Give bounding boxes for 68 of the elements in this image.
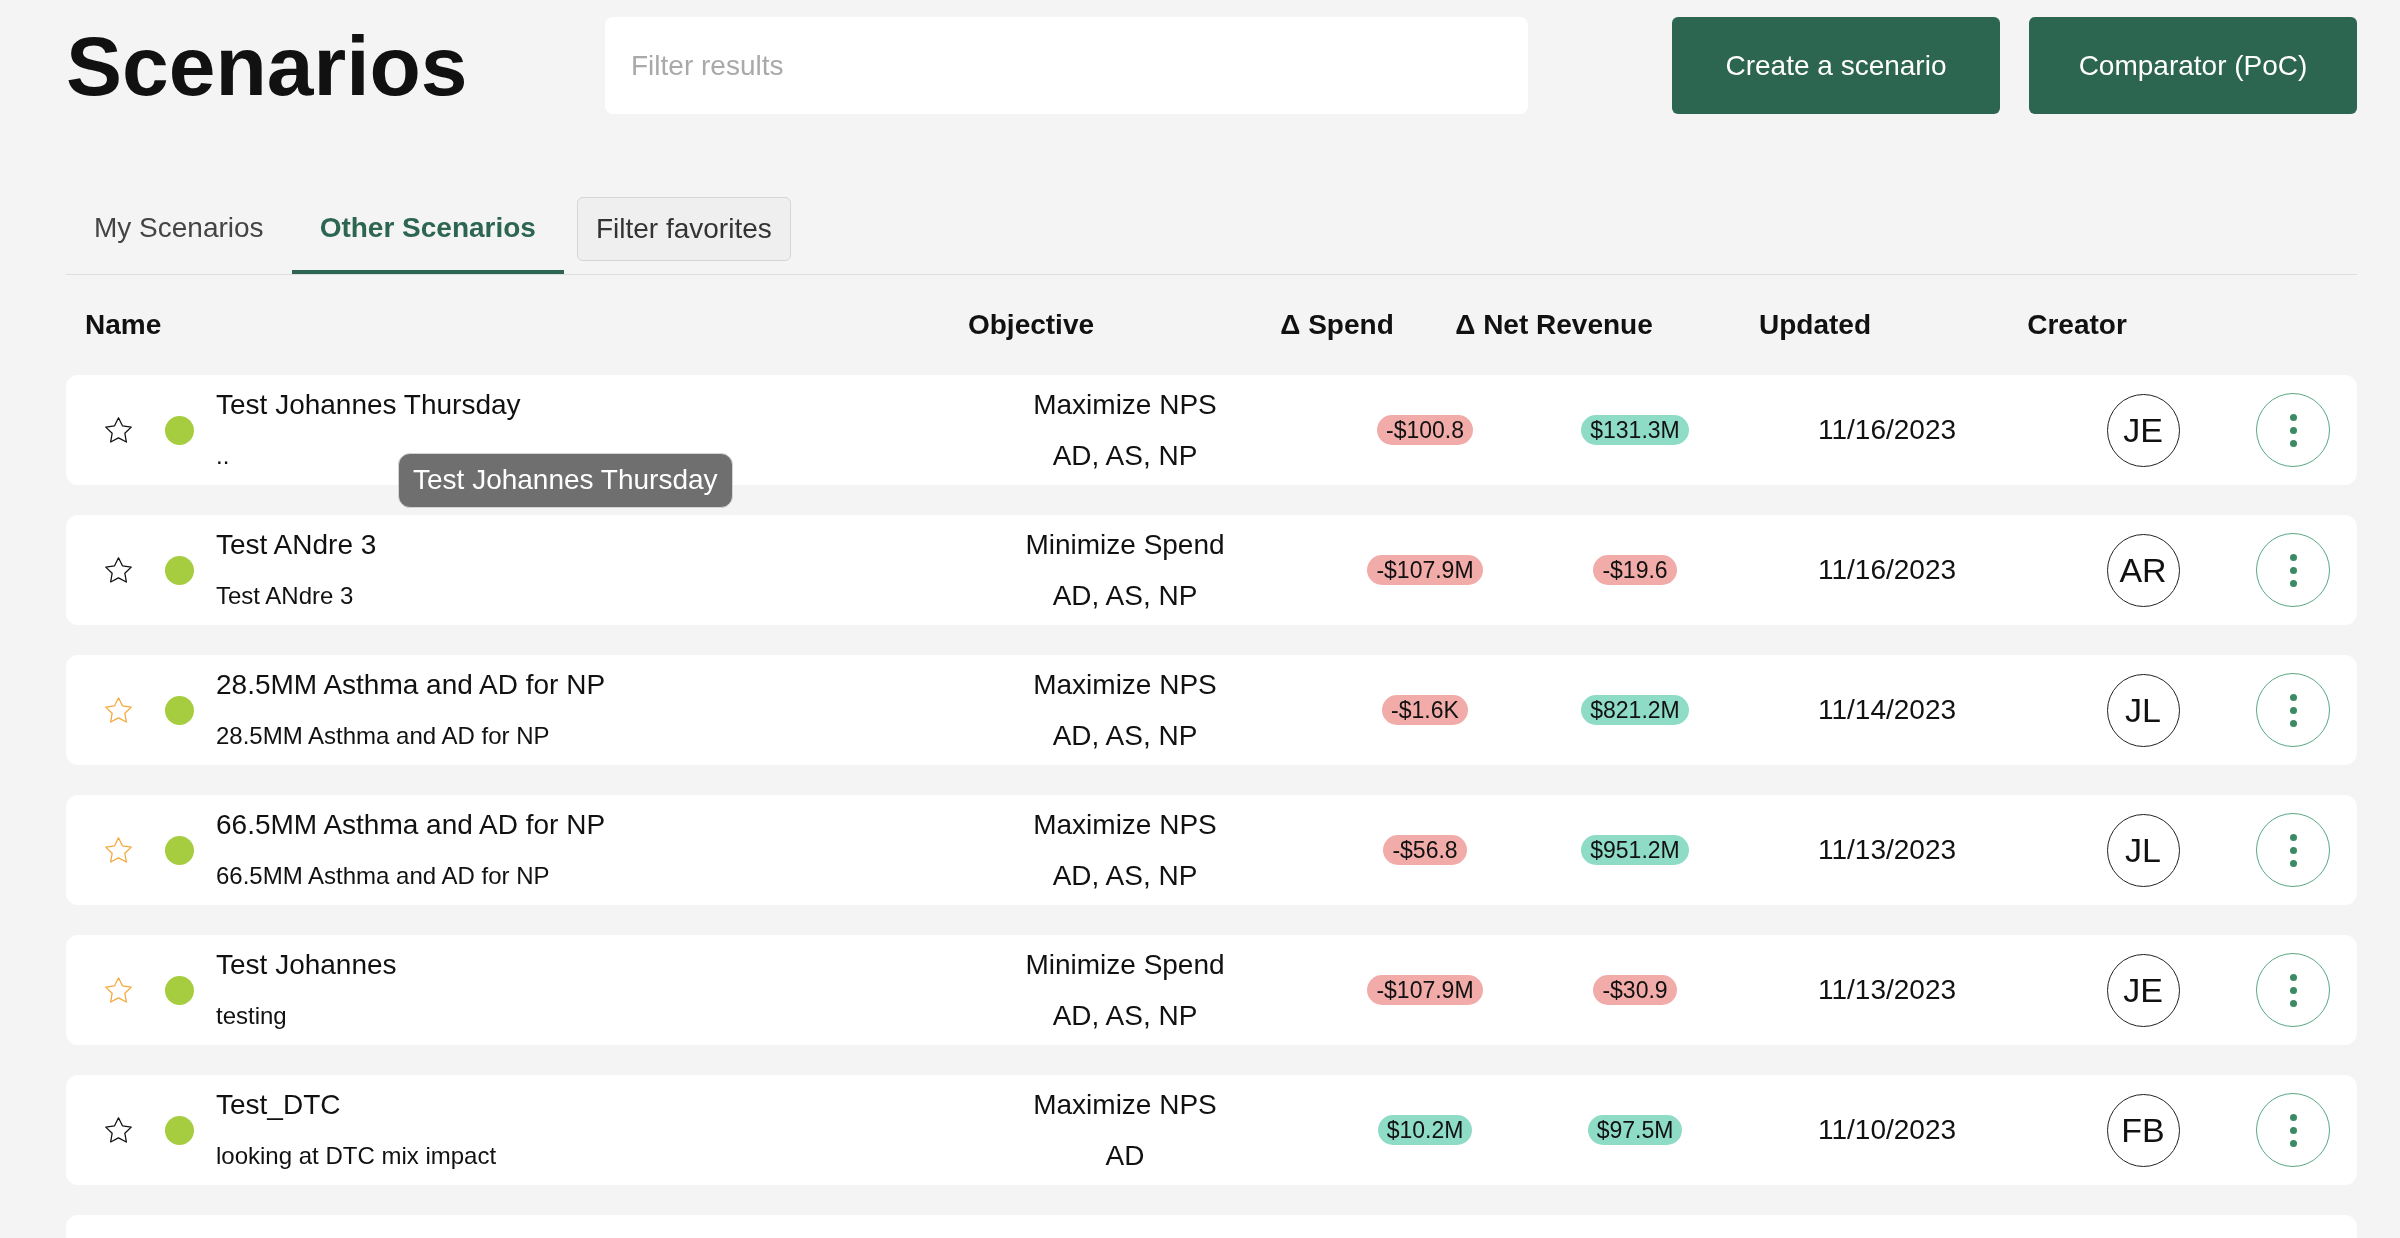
more-icon	[2289, 413, 2297, 447]
scenario-description: testing	[216, 1000, 287, 1031]
more-icon	[2289, 693, 2297, 727]
more-icon	[2289, 833, 2297, 867]
objective-text: Maximize NPS	[1033, 387, 1217, 422]
spend-delta-badge: -$107.9M	[1367, 975, 1483, 1005]
updated-date: 11/13/2023	[1817, 834, 1957, 866]
filter-favorites-button[interactable]: Filter favorites	[576, 197, 791, 261]
updated-date: 11/10/2023	[1817, 1114, 1957, 1146]
star-icon[interactable]	[104, 557, 132, 583]
net-revenue-delta-badge: -$30.9	[1593, 975, 1677, 1005]
updated-date: 11/16/2023	[1817, 414, 1957, 446]
column-header: Creator	[2027, 309, 2127, 341]
star-icon[interactable]	[104, 1117, 132, 1143]
updated-date: 11/16/2023	[1817, 554, 1957, 586]
objective-text: Maximize NPS	[1033, 807, 1217, 842]
products-text: AD, AS, NP	[1052, 438, 1198, 473]
updated-date: 11/13/2023	[1817, 974, 1957, 1006]
updated-date: 11/14/2023	[1817, 694, 1957, 726]
products-text: AD, AS, NP	[1052, 578, 1198, 613]
products-text: AD	[1105, 1138, 1145, 1173]
objective-text: Maximize NPS	[1033, 667, 1217, 702]
tab[interactable]: My Scenarios	[66, 190, 292, 274]
filter-field[interactable]: Filter results	[605, 17, 1528, 114]
scenario-description: Test ANdre 3	[216, 580, 354, 611]
scenario-name: 66.5MM Asthma and AD for NP	[216, 807, 606, 842]
scenario-name: Test Johannes	[216, 947, 397, 982]
scenario-name: Test ANdre 3	[216, 527, 377, 562]
scenario-name: Test Johannes Thursday	[216, 387, 521, 422]
more-icon	[2289, 553, 2297, 587]
net-revenue-delta-badge: $821.2M	[1581, 695, 1689, 725]
tooltip: Test Johannes Thursday	[398, 453, 733, 508]
page-title: Scenarios	[66, 23, 469, 108]
star-icon[interactable]	[104, 417, 132, 443]
scenario-description: looking at DTC mix impact	[216, 1140, 497, 1171]
create-scenario-button[interactable]: Create a scenario	[1672, 17, 2000, 114]
spend-delta-badge: $10.2M	[1377, 1115, 1473, 1145]
column-header: Δ Spend	[1280, 309, 1394, 341]
scenario-description: ..	[216, 440, 230, 471]
spend-delta-badge: -$56.8	[1383, 835, 1467, 865]
products-text: AD, AS, NP	[1052, 998, 1198, 1033]
column-header: Updated	[1759, 309, 1871, 341]
scenario-description: 66.5MM Asthma and AD for NP	[216, 860, 550, 891]
spend-delta-badge: -$1.6K	[1382, 695, 1468, 725]
tab[interactable]: Other Scenarios	[291, 190, 564, 274]
star-icon[interactable]	[104, 837, 132, 863]
column-header: Name	[85, 309, 162, 341]
more-icon	[2289, 973, 2297, 1007]
comparator-button[interactable]: Comparator (PoC)	[2029, 17, 2357, 114]
scenario-name: Test_DTC	[216, 1087, 341, 1122]
star-icon[interactable]	[104, 697, 132, 723]
net-revenue-delta-badge: $97.5M	[1587, 1115, 1683, 1145]
scenario-name: 28.5MM Asthma and AD for NP	[216, 667, 606, 702]
net-revenue-delta-badge: $951.2M	[1581, 835, 1689, 865]
net-revenue-delta-badge: $131.3M	[1581, 415, 1689, 445]
column-header: Objective	[967, 309, 1095, 341]
objective-text: Minimize Spend	[1025, 947, 1225, 982]
column-header: Δ Net Revenue	[1455, 309, 1653, 341]
products-text: AD, AS, NP	[1052, 858, 1198, 893]
spend-delta-badge: -$107.9M	[1367, 555, 1483, 585]
scenario-description: 28.5MM Asthma and AD for NP	[216, 720, 550, 751]
net-revenue-delta-badge: -$19.6	[1593, 555, 1677, 585]
objective-text: Maximize NPS	[1033, 1087, 1217, 1122]
more-icon	[2289, 1113, 2297, 1147]
objective-text: Minimize Spend	[1025, 527, 1225, 562]
star-icon[interactable]	[104, 977, 132, 1003]
products-text: AD, AS, NP	[1052, 718, 1198, 753]
spend-delta-badge: -$100.8	[1377, 415, 1473, 445]
